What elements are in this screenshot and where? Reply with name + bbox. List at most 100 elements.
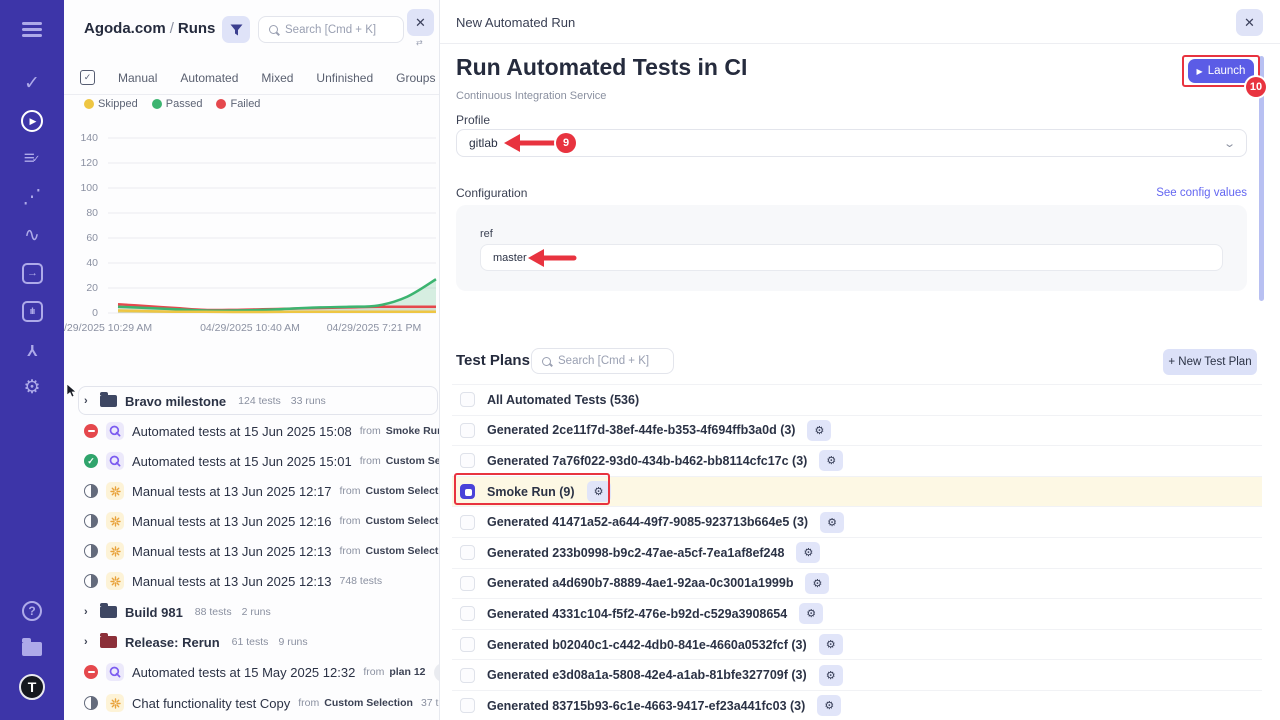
- new-automated-run-panel: New Automated Run ✕ Run Automated Tests …: [440, 0, 1280, 720]
- breadcrumb-project[interactable]: Agoda.com: [84, 20, 166, 37]
- test-plan-row[interactable]: Generated 233b0998-b9c2-47ae-a5cf-7ea1af…: [452, 538, 1262, 569]
- from-label: from: [363, 666, 384, 678]
- runs-panel: Agoda.com/Runs Search [Cmd + K] ✕ ⇄ ✓ Ma…: [64, 0, 440, 720]
- from-plan-name: Custom Selection: [365, 515, 440, 527]
- new-test-plan-button[interactable]: + New Test Plan: [1163, 349, 1257, 375]
- plan-checkbox[interactable]: [460, 545, 475, 560]
- filter-button[interactable]: [222, 16, 250, 43]
- tab-manual[interactable]: Manual: [118, 71, 157, 85]
- tests-icon[interactable]: ✓: [12, 64, 52, 102]
- run-row[interactable]: ›Build 98188 tests2 runs: [64, 599, 440, 625]
- plan-settings-button[interactable]: ⚙: [819, 634, 843, 655]
- plan-label: Generated b02040c1-c442-4db0-841e-4660a0…: [487, 638, 807, 652]
- page-subtitle: Continuous Integration Service: [456, 90, 606, 102]
- ref-input[interactable]: [480, 244, 1223, 271]
- plan-settings-button[interactable]: ⚙: [819, 450, 843, 471]
- panel-close-button[interactable]: ✕: [407, 9, 434, 36]
- pulse-icon[interactable]: ∿: [12, 216, 52, 254]
- test-plan-row[interactable]: Generated e3d08a1a-5808-42e4-a1ab-81bfe3…: [452, 660, 1262, 691]
- branch-icon[interactable]: Y: [12, 330, 52, 368]
- run-row[interactable]: Chat functionality test CopyfromCustom S…: [64, 690, 440, 716]
- tab-unfinished[interactable]: Unfinished: [316, 71, 373, 85]
- plan-settings-button[interactable]: ⚙: [817, 695, 841, 716]
- page-title: Run Automated Tests in CI: [456, 54, 747, 81]
- meta-item: 61 tests: [232, 636, 269, 648]
- chevron-right-icon[interactable]: ›: [84, 606, 92, 618]
- test-plan-row[interactable]: Generated a4d690b7-8889-4ae1-92aa-0c3001…: [452, 569, 1262, 600]
- run-row[interactable]: Manual tests at 13 Jun 2025 12:16fromCus…: [64, 508, 440, 534]
- plan-settings-button[interactable]: ⚙: [587, 481, 611, 502]
- import-icon[interactable]: →: [12, 254, 52, 292]
- launch-button[interactable]: ▶ Launch: [1188, 59, 1254, 83]
- runs-search-input[interactable]: Search [Cmd + K]: [258, 16, 404, 43]
- status-progress-icon: [84, 484, 98, 498]
- tab-groups[interactable]: Groups: [396, 71, 435, 85]
- run-row[interactable]: Manual tests at 13 Jun 2025 12:13fromCus…: [64, 538, 440, 564]
- run-row[interactable]: › Release: Rerun 61 tests9 runs: [64, 629, 440, 655]
- plan-checkbox[interactable]: [460, 423, 475, 438]
- scrollbar-thumb[interactable]: [1259, 56, 1264, 301]
- help-icon[interactable]: ?: [12, 592, 52, 630]
- plan-checkbox[interactable]: [460, 576, 475, 591]
- test-plan-row[interactable]: Smoke Run (9)⚙: [452, 477, 1262, 508]
- steps-icon[interactable]: ⋰: [12, 178, 52, 216]
- breadcrumb-separator: /: [170, 20, 174, 37]
- test-plan-row[interactable]: Generated b02040c1-c442-4db0-841e-4660a0…: [452, 630, 1262, 661]
- menu-icon[interactable]: [12, 10, 52, 48]
- plan-checkbox[interactable]: [460, 668, 475, 683]
- modal-close-button[interactable]: ✕: [1236, 9, 1263, 36]
- test-plan-row[interactable]: Generated 7a76f022-93d0-434b-b462-bb8114…: [452, 446, 1262, 477]
- plan-checkbox[interactable]: [460, 637, 475, 652]
- run-row[interactable]: Automated tests at 15 Jun 2025 15:08from…: [64, 418, 440, 444]
- tab-mixed[interactable]: Mixed: [261, 71, 293, 85]
- legend-label: Failed: [230, 98, 260, 110]
- breadcrumb: Agoda.com/Runs: [84, 20, 215, 37]
- plan-checkbox[interactable]: [460, 515, 475, 530]
- plan-settings-button[interactable]: ⚙: [819, 665, 843, 686]
- run-title: Manual tests at 13 Jun 2025 12:16: [132, 514, 331, 529]
- plan-checkbox[interactable]: [460, 453, 475, 468]
- x-axis-tick: 04/29/2025 7:21 PM: [327, 322, 422, 334]
- run-row[interactable]: ✓Automated tests at 15 Jun 2025 15:01fro…: [64, 448, 440, 474]
- plan-label: Generated 233b0998-b9c2-47ae-a5cf-7ea1af…: [487, 546, 784, 560]
- see-config-values-link[interactable]: See config values: [1156, 187, 1247, 199]
- run-title: Automated tests at 15 Jun 2025 15:08: [132, 424, 352, 439]
- plan-settings-button[interactable]: ⚙: [820, 512, 844, 533]
- resize-handle-icon[interactable]: ⇄: [416, 38, 423, 47]
- run-row[interactable]: Manual tests at 13 Jun 2025 12:13748 tes…: [64, 568, 440, 594]
- test-plan-row[interactable]: Generated 4331c104-f5f2-476e-b92d-c529a3…: [452, 599, 1262, 630]
- folder-icon: [100, 395, 117, 407]
- settings-icon[interactable]: ⚙: [12, 368, 52, 406]
- run-row[interactable]: ›Bravo milestone124 tests33 runs: [64, 388, 440, 414]
- test-plan-row[interactable]: Generated 2ce11f7d-38ef-44fe-b353-4f694f…: [452, 416, 1262, 447]
- gear-icon: ⚙: [827, 516, 837, 529]
- run-row[interactable]: Automated tests at 15 May 2025 12:32from…: [64, 659, 440, 685]
- test-plan-row[interactable]: Generated 83715b93-6c1e-4663-9417-ef23a4…: [452, 691, 1262, 720]
- test-plan-row[interactable]: All Automated Tests (536): [452, 385, 1262, 416]
- plan-settings-button[interactable]: ⚙: [799, 603, 823, 624]
- folder-name: Release: Rerun: [125, 635, 220, 650]
- plan-checkbox[interactable]: [460, 484, 475, 499]
- run-row[interactable]: Manual tests at 13 Jun 2025 12:17fromCus…: [64, 478, 440, 504]
- test-plans-search-input[interactable]: Search [Cmd + K]: [531, 348, 674, 374]
- plan-checkbox[interactable]: [460, 392, 475, 407]
- chevron-right-icon[interactable]: ›: [84, 636, 92, 648]
- plan-checkbox[interactable]: [460, 606, 475, 621]
- plan-checkbox[interactable]: [460, 698, 475, 713]
- suites-icon[interactable]: ≡✓: [12, 140, 52, 178]
- analytics-icon[interactable]: ılı: [12, 292, 52, 330]
- configuration-label: Configuration: [456, 186, 527, 200]
- plan-settings-button[interactable]: ⚙: [807, 420, 831, 441]
- profile-select[interactable]: gitlab ⌄: [456, 129, 1247, 157]
- runs-icon[interactable]: ▶: [12, 102, 52, 140]
- plan-label: All Automated Tests (536): [487, 393, 639, 407]
- avatar[interactable]: T: [12, 668, 52, 706]
- plan-settings-button[interactable]: ⚙: [805, 573, 829, 594]
- folder-meta: 61 tests9 runs: [232, 636, 308, 648]
- projects-icon[interactable]: [12, 630, 52, 668]
- plan-settings-button[interactable]: ⚙: [796, 542, 820, 563]
- tab-automated[interactable]: Automated: [180, 71, 238, 85]
- legend-item-failed: Failed: [216, 98, 260, 110]
- test-plan-row[interactable]: Generated 41471a52-a644-49f7-9085-923713…: [452, 507, 1262, 538]
- report-icon[interactable]: ✓: [80, 70, 95, 85]
